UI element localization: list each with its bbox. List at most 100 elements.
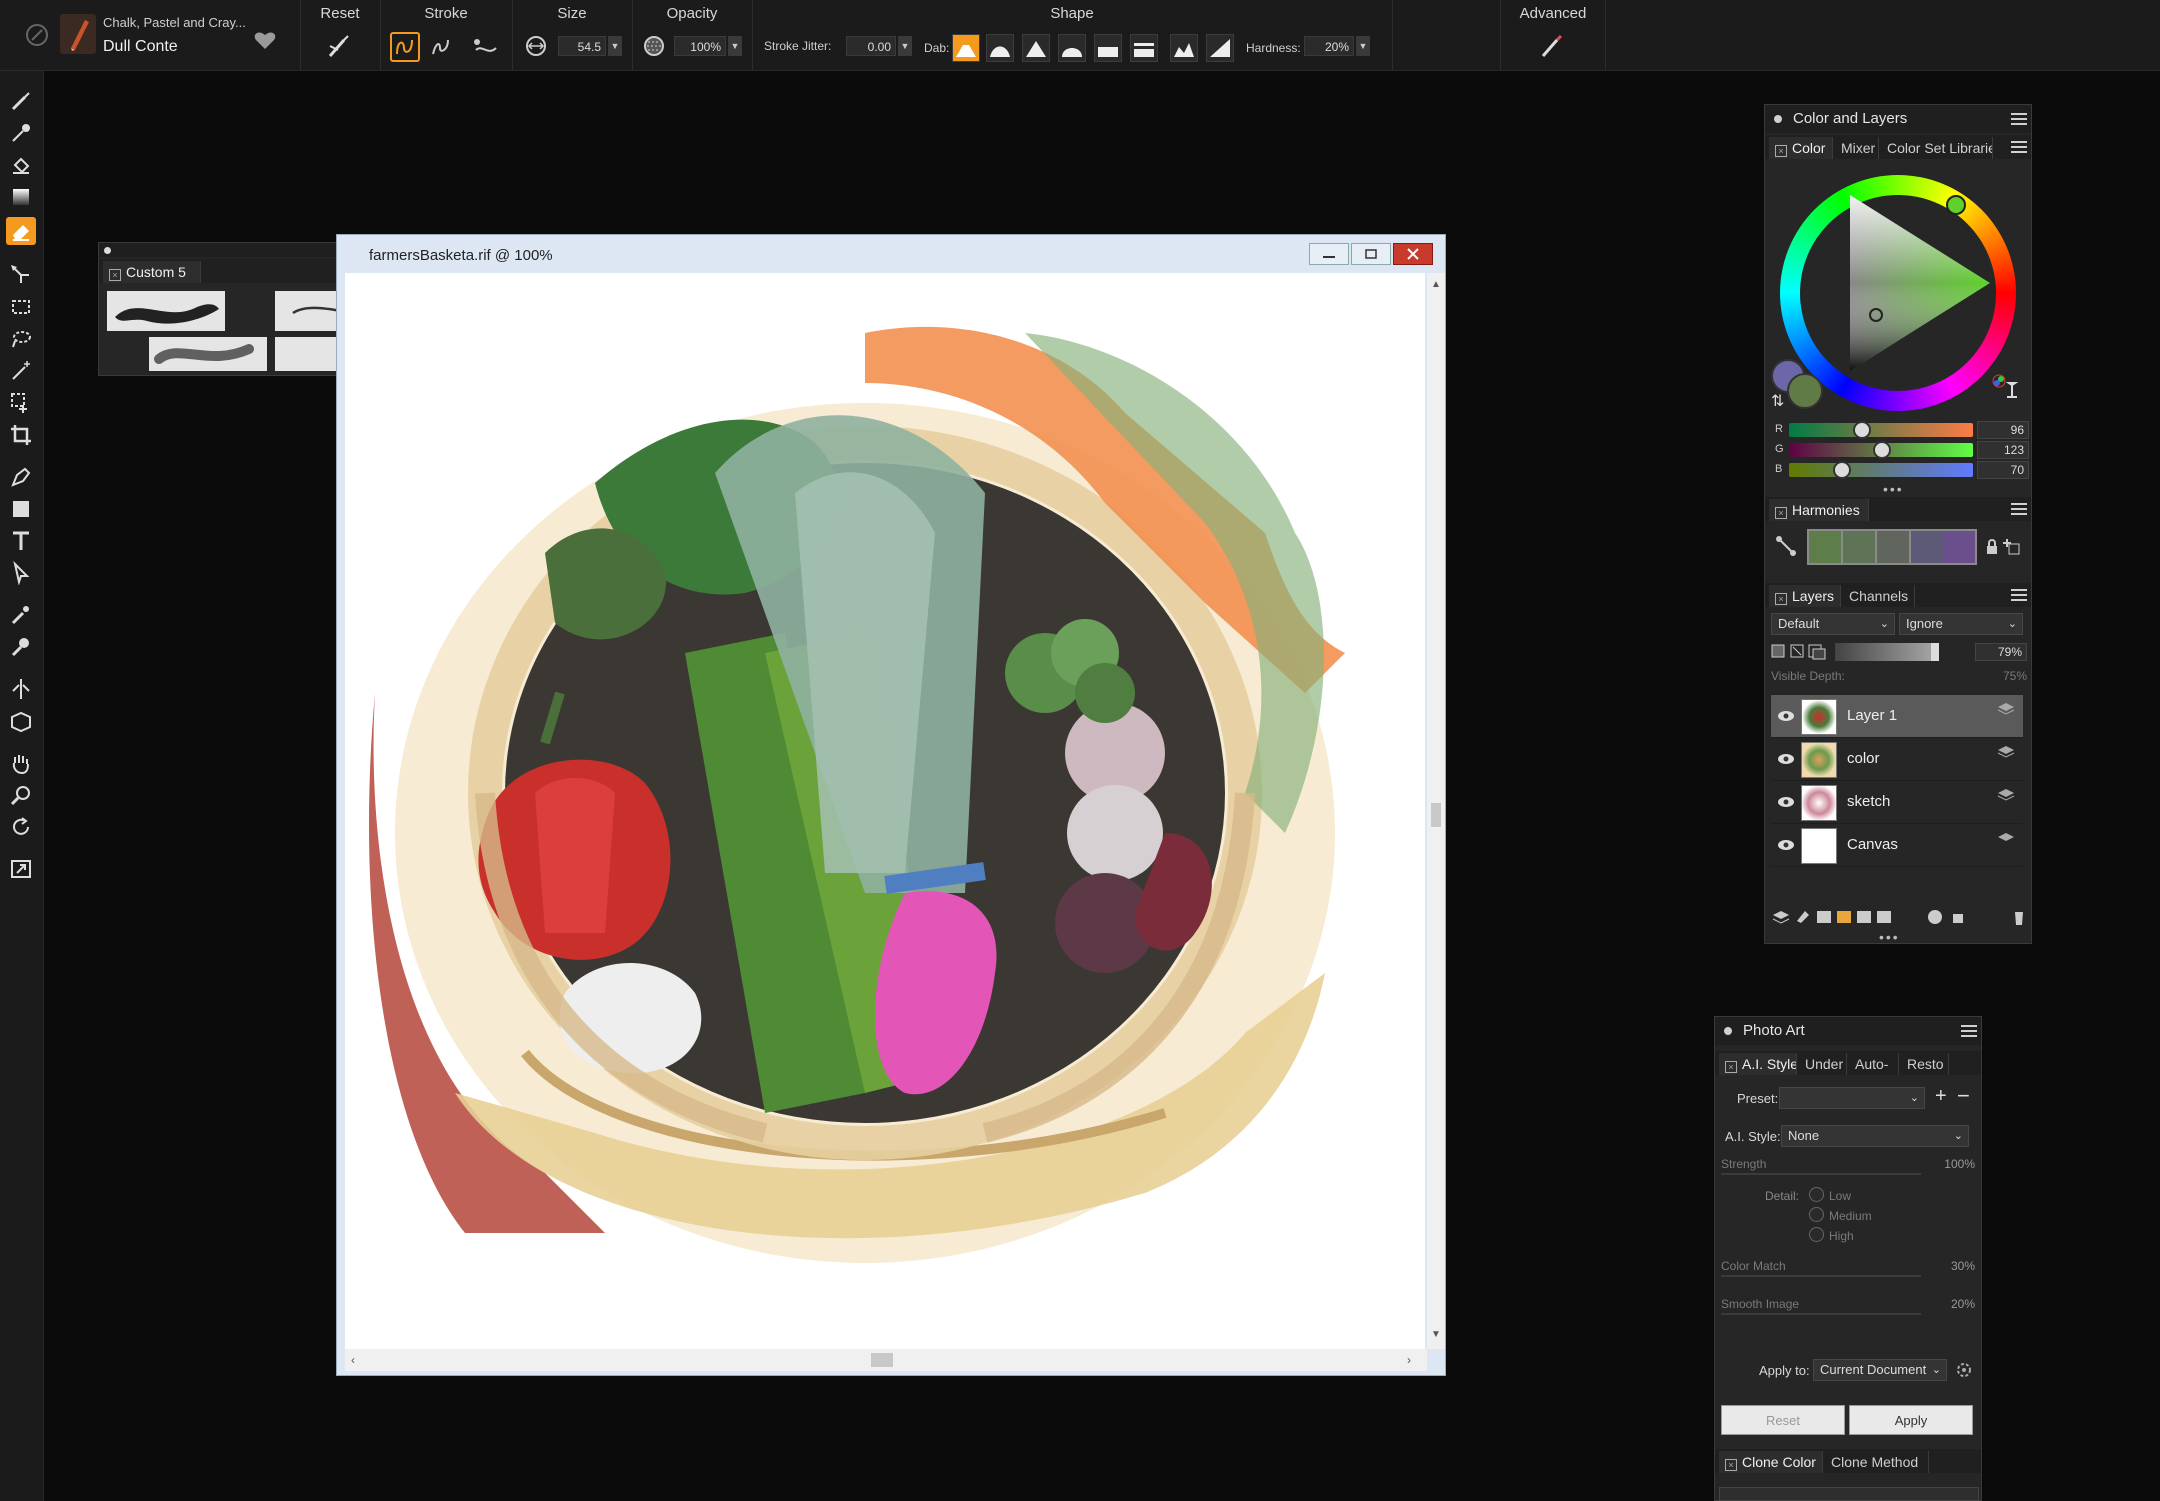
hardness-field[interactable]: 20%	[1304, 36, 1354, 56]
color-options-icon[interactable]	[2011, 141, 2027, 153]
dab-profile-8-icon[interactable]	[1206, 34, 1234, 62]
harmonies-options-icon[interactable]	[2011, 503, 2027, 515]
tab-channels[interactable]: Channels	[1843, 585, 1915, 607]
remove-preset-icon[interactable]: −	[1957, 1083, 1970, 1109]
opacity-field[interactable]: 100%	[674, 36, 726, 56]
crop-tool-icon[interactable]	[6, 421, 36, 449]
color-match-slider[interactable]	[1721, 1275, 1921, 1277]
brush-preset-1[interactable]	[107, 291, 225, 331]
visibility-eye-icon[interactable]	[1777, 838, 1795, 856]
apply-button[interactable]: Apply	[1849, 1405, 1973, 1435]
tab-layers[interactable]: × Layers	[1769, 585, 1841, 607]
visibility-eye-icon[interactable]	[1777, 795, 1795, 813]
dab-profile-4-icon[interactable]	[1058, 34, 1086, 62]
custom-palette-header[interactable]	[99, 243, 365, 257]
red-slider-knob[interactable]	[1853, 421, 1871, 439]
green-slider-knob[interactable]	[1873, 441, 1891, 459]
harmony-swatch-1[interactable]	[1809, 531, 1841, 563]
photo-art-header[interactable]: Photo Art	[1715, 1017, 1981, 1045]
layer-opacity-value[interactable]: 79%	[1975, 643, 2027, 661]
visibility-eye-icon[interactable]	[1777, 709, 1795, 727]
vertical-scrollbar[interactable]: ▲ ▼	[1427, 273, 1445, 1349]
brush-preset-3[interactable]	[149, 337, 267, 371]
perspective-guides-tool-icon[interactable]	[6, 707, 36, 735]
hardness-dropdown-icon[interactable]: ▼	[1356, 36, 1370, 56]
dab-profile-7-icon[interactable]	[1170, 34, 1198, 62]
preserve-transparency-select[interactable]: Ignore ⌄	[1899, 613, 2023, 635]
freehand-stroke-icon[interactable]	[390, 32, 420, 62]
horizontal-scrollbar[interactable]: ‹ ›	[345, 1349, 1427, 1371]
reset-button[interactable]: Reset	[1721, 1405, 1845, 1435]
blue-slider-knob[interactable]	[1833, 461, 1851, 479]
close-tab-icon[interactable]: ×	[1725, 1459, 1737, 1471]
scroll-up-icon[interactable]: ▲	[1431, 279, 1441, 290]
brush-variant-thumbnail-icon[interactable]	[60, 14, 96, 54]
layer-row-layer-1[interactable]: Layer 1	[1771, 695, 2023, 738]
close-tab-icon[interactable]: ×	[109, 269, 121, 281]
ai-style-select[interactable]: None ⌄	[1781, 1125, 1969, 1147]
favorite-heart-icon[interactable]	[252, 28, 278, 52]
stroke-jitter-field[interactable]: 0.00	[846, 36, 896, 56]
harmony-swatch-4[interactable]	[1911, 531, 1943, 563]
tab-color-set-libraries[interactable]: Color Set Librarie	[1881, 137, 1993, 159]
composite-method-select[interactable]: Default ⌄	[1771, 613, 1895, 635]
red-slider[interactable]	[1789, 421, 1973, 439]
magnifier-tool-icon[interactable]	[6, 781, 36, 809]
strength-slider[interactable]	[1721, 1173, 1921, 1175]
add-preset-icon[interactable]: +	[1935, 1085, 1947, 1108]
close-tab-icon[interactable]: ×	[1775, 593, 1787, 605]
brush-selector[interactable]: Chalk, Pastel and Cray... Dull Conte	[0, 0, 301, 70]
color-and-layers-menu-icon[interactable]	[2011, 113, 2027, 125]
preset-select[interactable]: ⌄	[1779, 1087, 1925, 1109]
tab-auto-painting[interactable]: Auto-	[1849, 1053, 1899, 1075]
swap-colors-icon[interactable]: ⇅	[1771, 391, 1784, 411]
horizontal-scroll-thumb[interactable]	[871, 1353, 893, 1367]
add-harmony-icon[interactable]	[2003, 539, 2021, 555]
tab-color[interactable]: × Color	[1769, 137, 1833, 159]
tab-clone-color[interactable]: × Clone Color	[1719, 1451, 1823, 1473]
detail-medium-radio[interactable]	[1809, 1207, 1824, 1222]
harmony-swatch-5[interactable]	[1943, 531, 1975, 563]
shape-selection-tool-icon[interactable]	[6, 559, 36, 587]
vertical-scroll-thumb[interactable]	[1431, 803, 1441, 827]
eraser-tool-icon[interactable]	[6, 217, 36, 245]
dab-profile-3-icon[interactable]	[1022, 34, 1050, 62]
stroke-options-icon[interactable]	[468, 32, 502, 62]
advanced-brush-controls-icon[interactable]	[1537, 32, 1567, 62]
tab-clone-method[interactable]: Clone Method	[1825, 1451, 1929, 1473]
layer-opacity-knob[interactable]	[1931, 643, 1939, 661]
dab-profile-2-icon[interactable]	[986, 34, 1014, 62]
screen-mode-icon[interactable]	[6, 855, 36, 883]
rotate-page-tool-icon[interactable]	[6, 813, 36, 841]
selection-adjuster-tool-icon[interactable]	[6, 389, 36, 417]
stroke-jitter-dropdown-icon[interactable]: ▼	[898, 36, 912, 56]
dab-profile-1-icon[interactable]	[952, 34, 980, 62]
rectangular-selection-tool-icon[interactable]	[6, 293, 36, 321]
panel-grip-icon[interactable]	[1724, 1027, 1732, 1035]
straight-line-stroke-icon[interactable]	[426, 32, 456, 62]
color-and-layers-header[interactable]: Color and Layers	[1765, 105, 2031, 133]
photo-art-menu-icon[interactable]	[1961, 1025, 1977, 1037]
layers-options-icon[interactable]	[2011, 589, 2027, 601]
panel-grip-icon[interactable]	[1774, 115, 1782, 123]
maximize-button[interactable]	[1351, 243, 1391, 265]
scroll-down-icon[interactable]: ▼	[1431, 1329, 1441, 1340]
dropper-tool-icon[interactable]	[6, 119, 36, 147]
detail-high-radio[interactable]	[1809, 1227, 1824, 1242]
palette-grip-icon[interactable]	[104, 247, 111, 254]
tab-mixer[interactable]: Mixer	[1835, 137, 1879, 159]
strength-value[interactable]: 100%	[1925, 1157, 1975, 1171]
red-value[interactable]: 96	[1977, 421, 2029, 439]
layer-opacity-slider[interactable]	[1835, 643, 1939, 661]
dab-profile-5-icon[interactable]	[1094, 34, 1122, 62]
close-tab-icon[interactable]: ×	[1775, 145, 1787, 157]
size-field[interactable]: 54.5	[558, 36, 606, 56]
harmony-swatch-3[interactable]	[1877, 531, 1909, 563]
layer-adjuster-tool-icon[interactable]	[6, 261, 36, 289]
size-dropdown-icon[interactable]: ▼	[608, 36, 622, 56]
tab-harmonies[interactable]: × Harmonies	[1769, 499, 1869, 521]
pen-tool-icon[interactable]	[6, 463, 36, 491]
settings-gear-icon[interactable]	[1955, 1361, 1973, 1379]
mirror-painting-tool-icon[interactable]	[6, 675, 36, 703]
lock-harmony-icon[interactable]	[1985, 539, 1999, 554]
